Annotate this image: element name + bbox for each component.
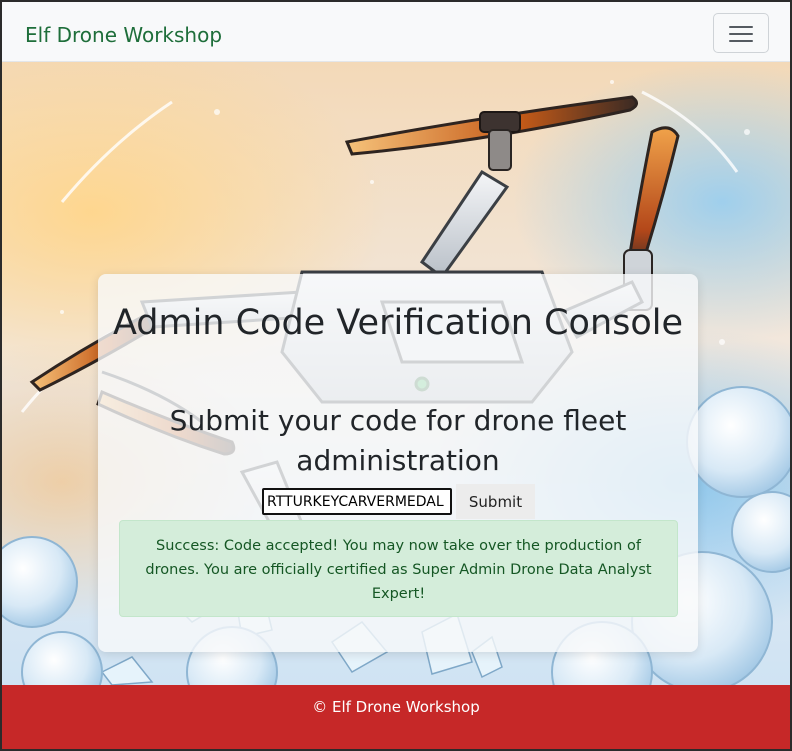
- success-alert: Success: Code accepted! You may now take…: [119, 520, 678, 617]
- navbar-toggler-button[interactable]: [713, 13, 769, 53]
- navbar: Elf Drone Workshop: [2, 2, 790, 62]
- footer-copyright: © Elf Drone Workshop: [312, 698, 480, 716]
- page-frame: Elf Drone Workshop Admin Code Verificati…: [0, 0, 792, 751]
- admin-code-input[interactable]: [262, 488, 452, 515]
- navbar-brand[interactable]: Elf Drone Workshop: [25, 22, 222, 48]
- hero-section: Admin Code Verification Console Submit y…: [2, 62, 790, 685]
- verification-card: Admin Code Verification Console Submit y…: [98, 274, 698, 652]
- footer: © Elf Drone Workshop: [2, 685, 790, 749]
- submit-button[interactable]: Submit: [456, 484, 535, 519]
- page-title: Admin Code Verification Console: [112, 303, 684, 343]
- page-subtitle: Submit your code for drone fleet adminis…: [169, 404, 627, 477]
